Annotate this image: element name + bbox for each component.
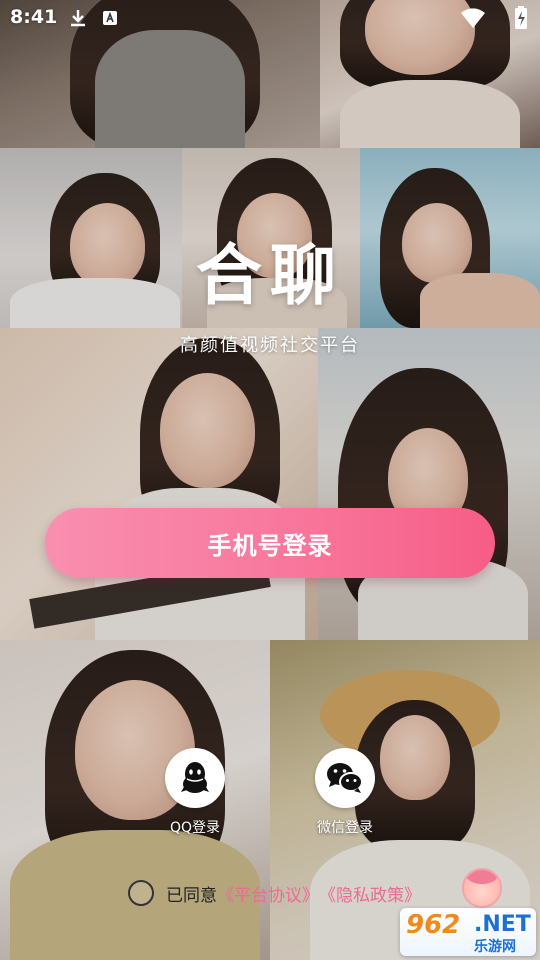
agree-text: 已同意 [166,885,217,906]
service-avatar-icon[interactable] [462,868,502,908]
wechat-login-label: 微信登录 [317,820,373,836]
accessibility-icon [100,8,120,32]
app-title: 合聊 [196,237,344,314]
agreement-row: 已同意 《平台协议》 《隐私政策》 [128,880,421,906]
wifi-icon [460,8,486,34]
privacy-policy-link[interactable]: 《隐私政策》 [319,881,421,906]
phone-login-button[interactable]: 手机号登录 [45,508,495,578]
platform-agreement-link[interactable]: 《平台协议》 [217,881,319,906]
qq-login-label: QQ登录 [169,820,221,836]
download-icon [68,8,88,32]
watermark-net: .NET [474,912,531,937]
site-watermark: 962 .NET 乐游网 [400,908,536,956]
wechat-login-button[interactable]: 微信登录 [305,748,385,837]
login-screen: 8:41 合聊 高颜值视频社交平台 手机号登录 QQ登录 微信登录 已同意 《平… [0,0,540,960]
app-slogan: 高颜值视频社交平台 [180,335,360,356]
background-photo-6 [0,328,318,640]
qq-login-button[interactable]: QQ登录 [155,748,235,837]
watermark-site-name: 乐游网 [474,939,516,955]
background-photo-7 [318,328,540,640]
status-time: 8:41 [10,6,58,28]
qq-icon[interactable] [165,748,225,808]
battery-icon [514,6,528,34]
wechat-icon[interactable] [315,748,375,808]
watermark-number: 962 [406,910,461,940]
agree-checkbox[interactable] [128,880,154,906]
status-bar: 8:41 [0,0,540,36]
